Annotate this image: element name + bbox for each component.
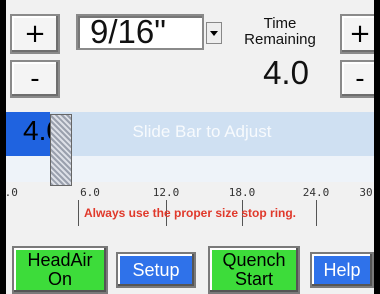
size-increase-button[interactable]: +: [10, 14, 60, 54]
setup-button[interactable]: Setup: [116, 252, 196, 288]
scale-label: 6.0: [80, 186, 100, 199]
time-remaining-label: Time Remaining: [232, 16, 328, 48]
scale-label: 12.0: [152, 186, 180, 199]
size-select-value: 9/16": [90, 13, 166, 50]
help-label: Help: [323, 259, 361, 280]
quench-line1: Quench: [222, 250, 286, 270]
minus-label: -: [30, 64, 40, 94]
size-decrease-button[interactable]: -: [10, 60, 60, 98]
chevron-down-icon[interactable]: [206, 22, 222, 44]
time-remaining-value: 4.0: [263, 54, 309, 91]
slider-hint: Slide Bar to Adjust: [132, 122, 272, 141]
scale-label: 0.0: [6, 186, 18, 199]
adjust-slider[interactable]: 4.0 Slide Bar to Adjust 0.0 6.0 12.0 18.…: [6, 112, 374, 226]
size-select[interactable]: 9/16": [76, 14, 204, 50]
time-label-line2: Remaining: [244, 31, 316, 48]
minus-label: -: [355, 64, 365, 94]
headair-on-button[interactable]: HeadAir On: [12, 246, 108, 294]
help-button[interactable]: Help: [310, 252, 374, 288]
quench-start-button[interactable]: Quench Start: [208, 246, 300, 294]
headair-line1: HeadAir: [27, 250, 93, 270]
quench-line2: Start: [234, 269, 273, 289]
time-label-line1: Time: [263, 15, 297, 32]
plus-label: +: [24, 19, 46, 49]
headair-line2: On: [47, 269, 72, 289]
warning-message: Always use the proper size stop ring.: [83, 206, 297, 220]
scale-label: 18.0: [228, 186, 256, 199]
slider-scale: 0.0 6.0 12.0 18.0 24.0 30: [6, 156, 374, 226]
scale-label: 24.0: [302, 186, 330, 199]
scale-label: 30: [359, 186, 373, 199]
plus-label: +: [349, 19, 371, 49]
setup-label: Setup: [132, 259, 180, 280]
control-screen: + - 9/16" Time Remaining 4.0 + - 4.0 Sli…: [6, 0, 374, 294]
time-increase-button[interactable]: +: [340, 14, 374, 54]
time-decrease-button[interactable]: -: [340, 60, 374, 98]
